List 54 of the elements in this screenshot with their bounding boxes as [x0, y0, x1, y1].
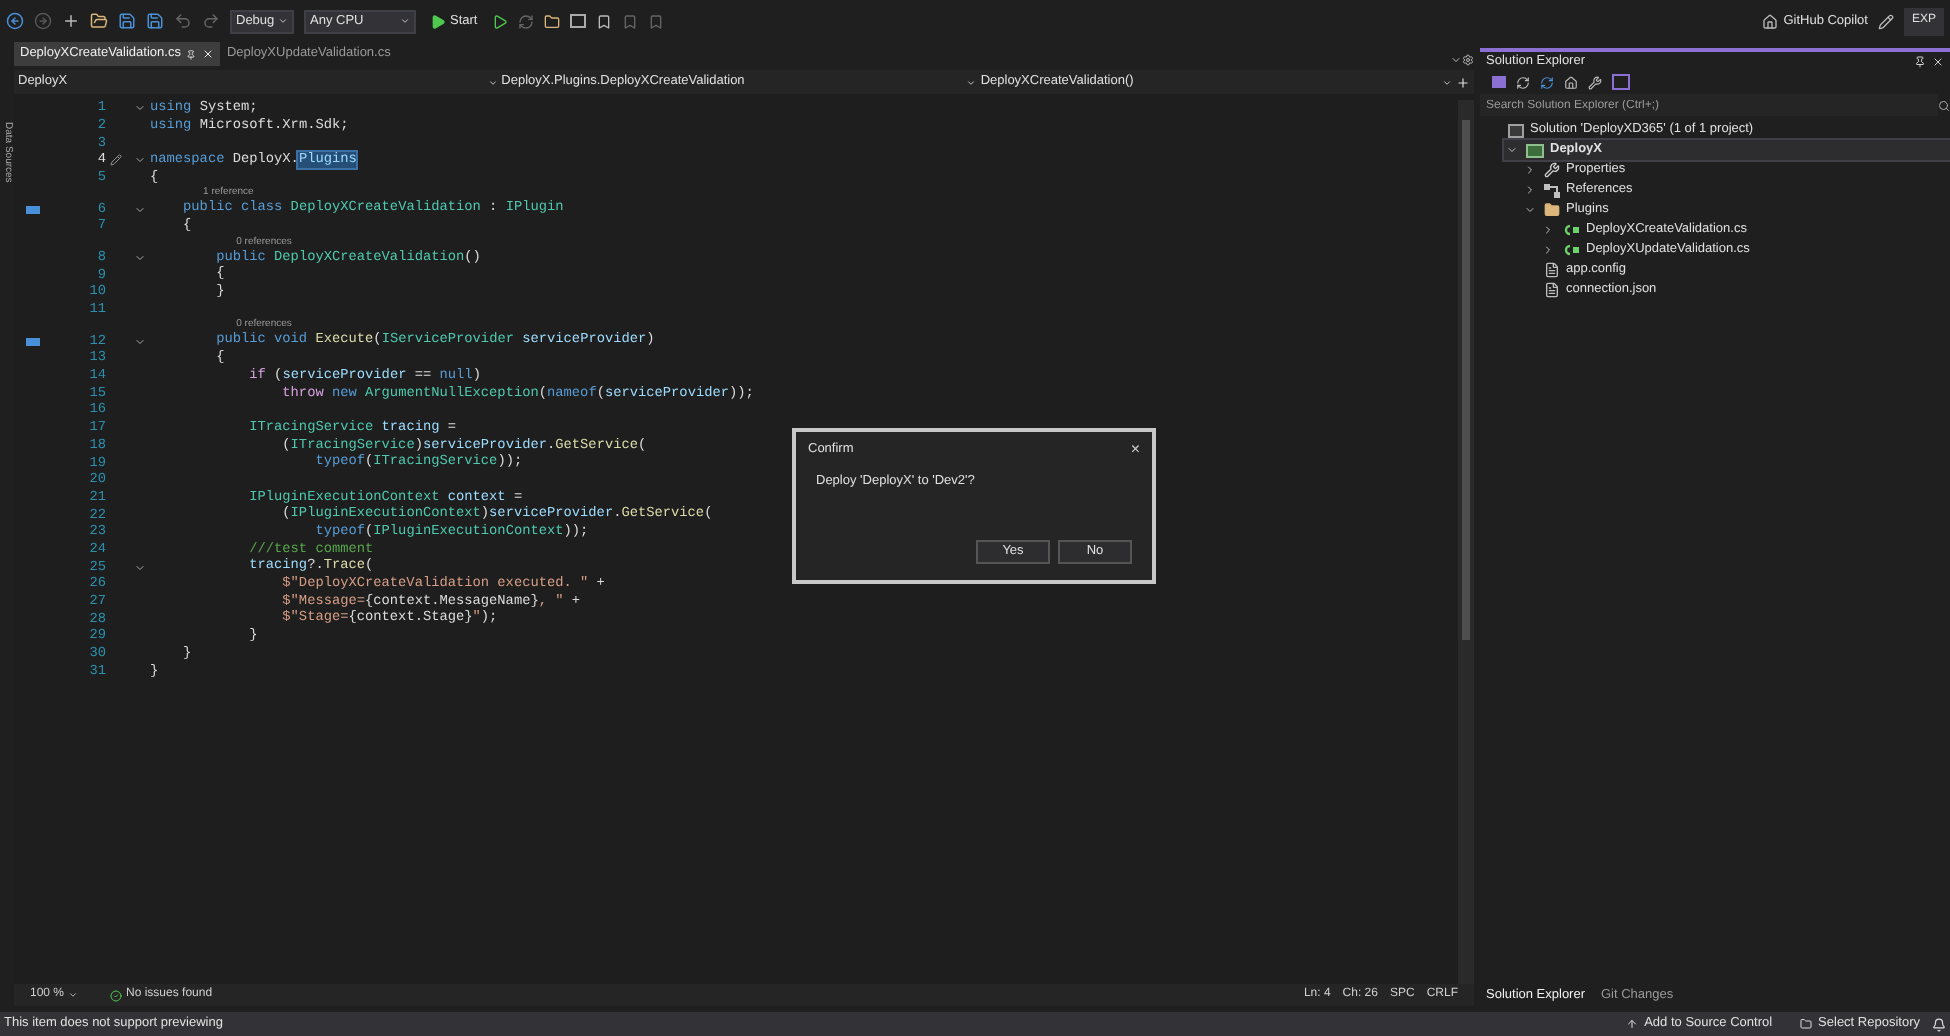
settings-icon[interactable]	[1462, 54, 1474, 66]
dropdown-icon[interactable]	[1450, 54, 1462, 66]
open-folder-icon[interactable]	[90, 12, 108, 30]
wrench-icon[interactable]	[1588, 75, 1602, 89]
caret-icon[interactable]	[1442, 77, 1452, 87]
close-button[interactable]: ×	[1130, 438, 1140, 462]
implementation-icon[interactable]	[25, 205, 39, 214]
solution-icon	[1508, 123, 1524, 137]
redo-icon[interactable]	[202, 12, 220, 30]
csharp-file-icon	[1562, 224, 1580, 236]
search-icon[interactable]	[1938, 99, 1950, 111]
pencil-icon	[110, 154, 122, 167]
new-item-icon[interactable]	[62, 12, 80, 30]
back-icon[interactable]	[6, 12, 24, 30]
fold-icon[interactable]	[134, 154, 146, 167]
file-icon	[1544, 282, 1560, 298]
repository-icon[interactable]	[1800, 1018, 1813, 1030]
pin-icon[interactable]	[1914, 55, 1926, 67]
csharp-file-icon	[1562, 244, 1580, 256]
start-without-debugging-icon[interactable]	[491, 13, 508, 29]
arrow-up-icon[interactable]	[1626, 1018, 1639, 1030]
config-file-icon	[1544, 262, 1560, 278]
save-icon[interactable]	[118, 12, 136, 30]
references-icon	[1544, 183, 1560, 197]
caret-icon[interactable]	[278, 16, 288, 26]
fold-icon[interactable]	[134, 203, 146, 216]
feedback-icon[interactable]	[1877, 13, 1894, 29]
caret-icon[interactable]	[68, 990, 79, 1000]
fold-icon[interactable]	[134, 335, 146, 348]
play-icon[interactable]	[430, 13, 446, 29]
caret-icon[interactable]	[487, 77, 498, 87]
folder-icon[interactable]	[543, 13, 560, 29]
scrollbar[interactable]	[1458, 100, 1474, 984]
window-icon[interactable]	[569, 14, 586, 28]
caret-icon[interactable]	[966, 77, 977, 87]
save-all-icon[interactable]	[146, 12, 164, 30]
home-icon[interactable]	[1564, 75, 1578, 89]
close-icon[interactable]	[1932, 55, 1944, 67]
sync-icon[interactable]	[1540, 75, 1554, 89]
check-icon[interactable]	[110, 989, 123, 1001]
undo-icon[interactable]	[174, 12, 192, 30]
fold-icon[interactable]	[134, 102, 146, 115]
bell-icon[interactable]	[1932, 1017, 1946, 1031]
caret-icon[interactable]	[400, 16, 410, 26]
add-icon[interactable]	[1456, 75, 1470, 89]
preview-icon[interactable]	[1612, 74, 1630, 90]
fold-icon[interactable]	[134, 561, 146, 574]
refresh-icon[interactable]	[517, 13, 534, 29]
wrench-icon	[1544, 162, 1560, 178]
implementation-icon[interactable]	[25, 337, 39, 346]
switch-views-icon[interactable]	[1492, 76, 1506, 88]
fold-icon[interactable]	[134, 252, 146, 265]
project-icon	[1526, 143, 1544, 157]
folder-icon	[1544, 202, 1560, 218]
